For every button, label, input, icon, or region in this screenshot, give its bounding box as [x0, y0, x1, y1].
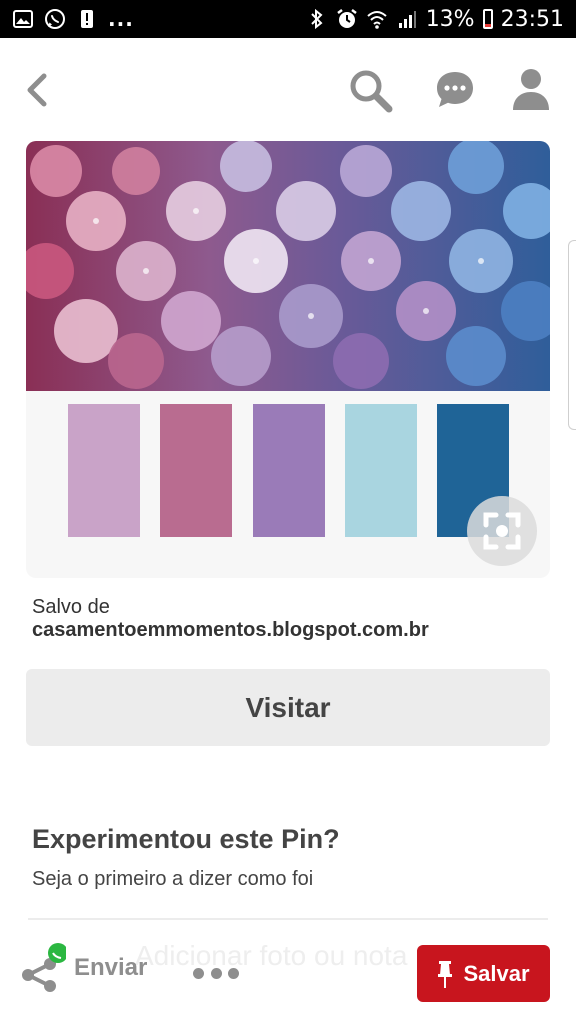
- tried-pin-heading: Experimentou este Pin?: [32, 824, 340, 854]
- system-status: 13% 23:51: [306, 7, 576, 32]
- messages-button[interactable]: [433, 68, 477, 112]
- more-dot-icon: [228, 967, 239, 979]
- send-button[interactable]: Enviar: [20, 942, 147, 994]
- tried-pin-subtitle: Seja o primeiro a dizer como foi: [32, 868, 314, 890]
- side-panel-handle[interactable]: [568, 240, 576, 430]
- battery-icon: [482, 9, 493, 29]
- divider: [28, 918, 548, 920]
- add-photo-note-hint[interactable]: Adicionar foto ou nota: [135, 940, 407, 972]
- source-domain-link[interactable]: casamentoemmomentos.blogspot.com.br: [32, 619, 429, 642]
- pin-icon: [438, 960, 453, 988]
- search-button[interactable]: [348, 68, 394, 114]
- save-label: Salvar: [463, 960, 530, 986]
- more-options-button[interactable]: [193, 960, 239, 986]
- more-notifications-indicator: ...: [108, 7, 134, 31]
- alert-icon: [76, 8, 98, 30]
- send-label: Enviar: [74, 954, 148, 981]
- color-swatch: [160, 404, 232, 537]
- saved-from-label: Salvo de: [32, 596, 110, 618]
- top-navigation: [0, 38, 576, 142]
- save-button[interactable]: Salvar: [417, 945, 550, 1002]
- visit-button[interactable]: Visitar: [26, 669, 550, 746]
- search-icon: [350, 70, 393, 113]
- more-dot-icon: [210, 967, 222, 979]
- color-swatch: [345, 404, 417, 537]
- chat-icon: [437, 72, 473, 107]
- back-button[interactable]: [20, 70, 54, 110]
- pin-card[interactable]: [26, 141, 550, 578]
- color-swatch: [68, 404, 140, 537]
- pin-image[interactable]: [26, 141, 550, 391]
- color-swatch: [253, 404, 325, 537]
- wifi-icon: [366, 8, 388, 30]
- notification-area: ...: [0, 7, 134, 31]
- more-dot-icon: [193, 967, 204, 979]
- bluetooth-icon: [306, 8, 328, 30]
- status-bar: ... 13% 23:51: [0, 0, 576, 38]
- signal-icon: [396, 8, 418, 30]
- image-icon: [12, 8, 34, 30]
- profile-button[interactable]: [511, 66, 551, 112]
- visual-search-button[interactable]: [467, 496, 537, 566]
- whatsapp-icon: [44, 8, 66, 30]
- battery-percent: 13%: [425, 6, 475, 32]
- back-arrow-icon: [27, 73, 47, 107]
- visual-search-icon: [483, 512, 521, 550]
- share-whatsapp-icon: [22, 943, 66, 992]
- clock: 23:51: [500, 6, 564, 32]
- alarm-icon: [336, 8, 358, 30]
- profile-icon: [513, 69, 549, 110]
